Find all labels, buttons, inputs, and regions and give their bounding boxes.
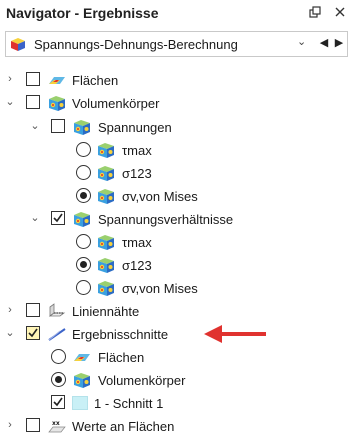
tree-item-tau-max-ratio[interactable]: τmax	[0, 231, 354, 253]
svg-text:xx: xx	[52, 420, 60, 427]
values-on-surfaces-icon: xx	[48, 417, 66, 435]
expand-chevron-icon[interactable]: ›	[4, 303, 16, 317]
checkbox[interactable]	[51, 119, 65, 133]
radio-button[interactable]	[76, 165, 91, 180]
tree-item-label: Volumenkörper	[72, 96, 160, 111]
checkbox[interactable]	[26, 72, 40, 86]
tree-item-ergebnisschnitte[interactable]: ⌄ Ergebnisschnitte	[0, 323, 354, 345]
checkbox-checked[interactable]	[26, 326, 40, 340]
calculation-cube-icon	[9, 36, 27, 55]
tree-item-label: Spannungsverhältnisse	[98, 212, 234, 227]
tree-item-label: Liniennähte	[72, 304, 140, 319]
tree-item-label: Flächen	[72, 73, 119, 88]
radio-button[interactable]	[76, 280, 91, 295]
checkbox[interactable]	[26, 95, 40, 109]
collapse-chevron-icon[interactable]: ⌄	[4, 326, 16, 340]
title-bar: Navigator - Ergebnisse	[0, 0, 354, 26]
tree-item-spannungsverhaeltnisse[interactable]: ⌄ Spannungsverhältnisse	[0, 208, 354, 230]
tree-item-label: Spannungen	[98, 120, 172, 135]
annotation-arrow	[204, 325, 266, 343]
section-color-swatch-icon	[72, 396, 88, 410]
result-section-icon	[48, 325, 66, 343]
checkmark-icon	[53, 397, 63, 407]
radio-button-selected[interactable]	[51, 372, 66, 387]
solid-cube-icon	[97, 279, 115, 297]
tree-item-es-flaechen[interactable]: Flächen	[0, 346, 354, 368]
solid-cube-icon	[97, 233, 115, 251]
radio-button[interactable]	[51, 349, 66, 364]
checkmark-icon	[53, 213, 63, 223]
result-type-combobox[interactable]: Spannungs-Dehnungs-Berechnung ⌄ ◀ ▶	[5, 31, 348, 57]
tree-item-label: σ123	[122, 166, 152, 181]
solid-cube-icon	[97, 187, 115, 205]
tree-item-sigma123-ratio[interactable]: σ123	[0, 254, 354, 276]
radio-dot	[80, 261, 87, 268]
weld-line-icon	[48, 302, 66, 320]
checkbox-checked[interactable]	[51, 211, 65, 225]
tree-item-label: Volumenkörper	[98, 373, 186, 388]
tree-item-label: Ergebnisschnitte	[72, 327, 169, 342]
pin-icon[interactable]	[306, 3, 324, 21]
tree-item-label: σv,von Mises	[122, 189, 198, 204]
checkbox[interactable]	[26, 418, 40, 432]
solid-cube-icon	[48, 94, 66, 112]
surface-icon	[48, 71, 66, 89]
radio-button-selected[interactable]	[76, 257, 91, 272]
window-title: Navigator - Ergebnisse	[6, 5, 159, 21]
triangle-left-icon[interactable]: ◀	[317, 36, 331, 52]
checkmark-icon	[28, 328, 38, 338]
solid-cube-icon	[73, 371, 91, 389]
tree-item-tau-max[interactable]: τmax	[0, 139, 354, 161]
tree-item-label: Werte an Flächen	[72, 419, 175, 434]
solid-cube-ratio-icon	[73, 210, 91, 228]
tree-item-sigma-von-mises[interactable]: σv,von Mises	[0, 185, 354, 207]
tree-item-schnitt-1[interactable]: 1 - Schnitt 1	[0, 392, 354, 414]
tree-item-flaechen[interactable]: › Flächen	[0, 69, 354, 91]
expand-chevron-icon[interactable]: ›	[4, 418, 16, 432]
radio-button[interactable]	[76, 142, 91, 157]
solid-cube-icon	[97, 256, 115, 274]
solid-cube-icon	[97, 141, 115, 159]
radio-button-selected[interactable]	[76, 188, 91, 203]
tree-item-label: σv,von Mises	[122, 281, 198, 296]
tree-item-es-volumenkoerper[interactable]: Volumenkörper	[0, 369, 354, 391]
surface-icon	[73, 348, 91, 366]
chevron-down-icon[interactable]: ⌄	[297, 35, 306, 48]
collapse-chevron-icon[interactable]: ⌄	[29, 211, 41, 225]
combobox-value: Spannungs-Dehnungs-Berechnung	[34, 37, 238, 52]
radio-dot	[55, 376, 62, 383]
checkbox-checked[interactable]	[51, 395, 65, 409]
tree-item-label: τmax	[122, 235, 152, 250]
close-icon[interactable]	[331, 3, 349, 21]
tree-item-liniennaehte[interactable]: › Liniennähte	[0, 300, 354, 322]
collapse-chevron-icon[interactable]: ⌄	[4, 95, 16, 109]
collapse-chevron-icon[interactable]: ⌄	[29, 119, 41, 133]
tree-item-label: σ123	[122, 258, 152, 273]
tree-item-volumenkoerper[interactable]: ⌄ Volumenkörper	[0, 92, 354, 114]
radio-button[interactable]	[76, 234, 91, 249]
tree-item-sigma123[interactable]: σ123	[0, 162, 354, 184]
tree-item-label: 1 - Schnitt 1	[94, 396, 164, 411]
tree-item-label: τmax	[122, 143, 152, 158]
expand-chevron-icon[interactable]: ›	[4, 72, 16, 86]
tree-item-spannungen[interactable]: ⌄ Spannungen	[0, 116, 354, 138]
tree-item-sigma-von-mises-ratio[interactable]: σv,von Mises	[0, 277, 354, 299]
tree-item-label: Flächen	[98, 350, 145, 365]
solid-cube-icon	[73, 118, 91, 136]
triangle-right-icon[interactable]: ▶	[332, 36, 346, 52]
radio-dot	[80, 192, 87, 199]
solid-cube-icon	[97, 164, 115, 182]
tree-item-werte-an-flaechen[interactable]: › xx Werte an Flächen	[0, 415, 354, 437]
checkbox[interactable]	[26, 303, 40, 317]
